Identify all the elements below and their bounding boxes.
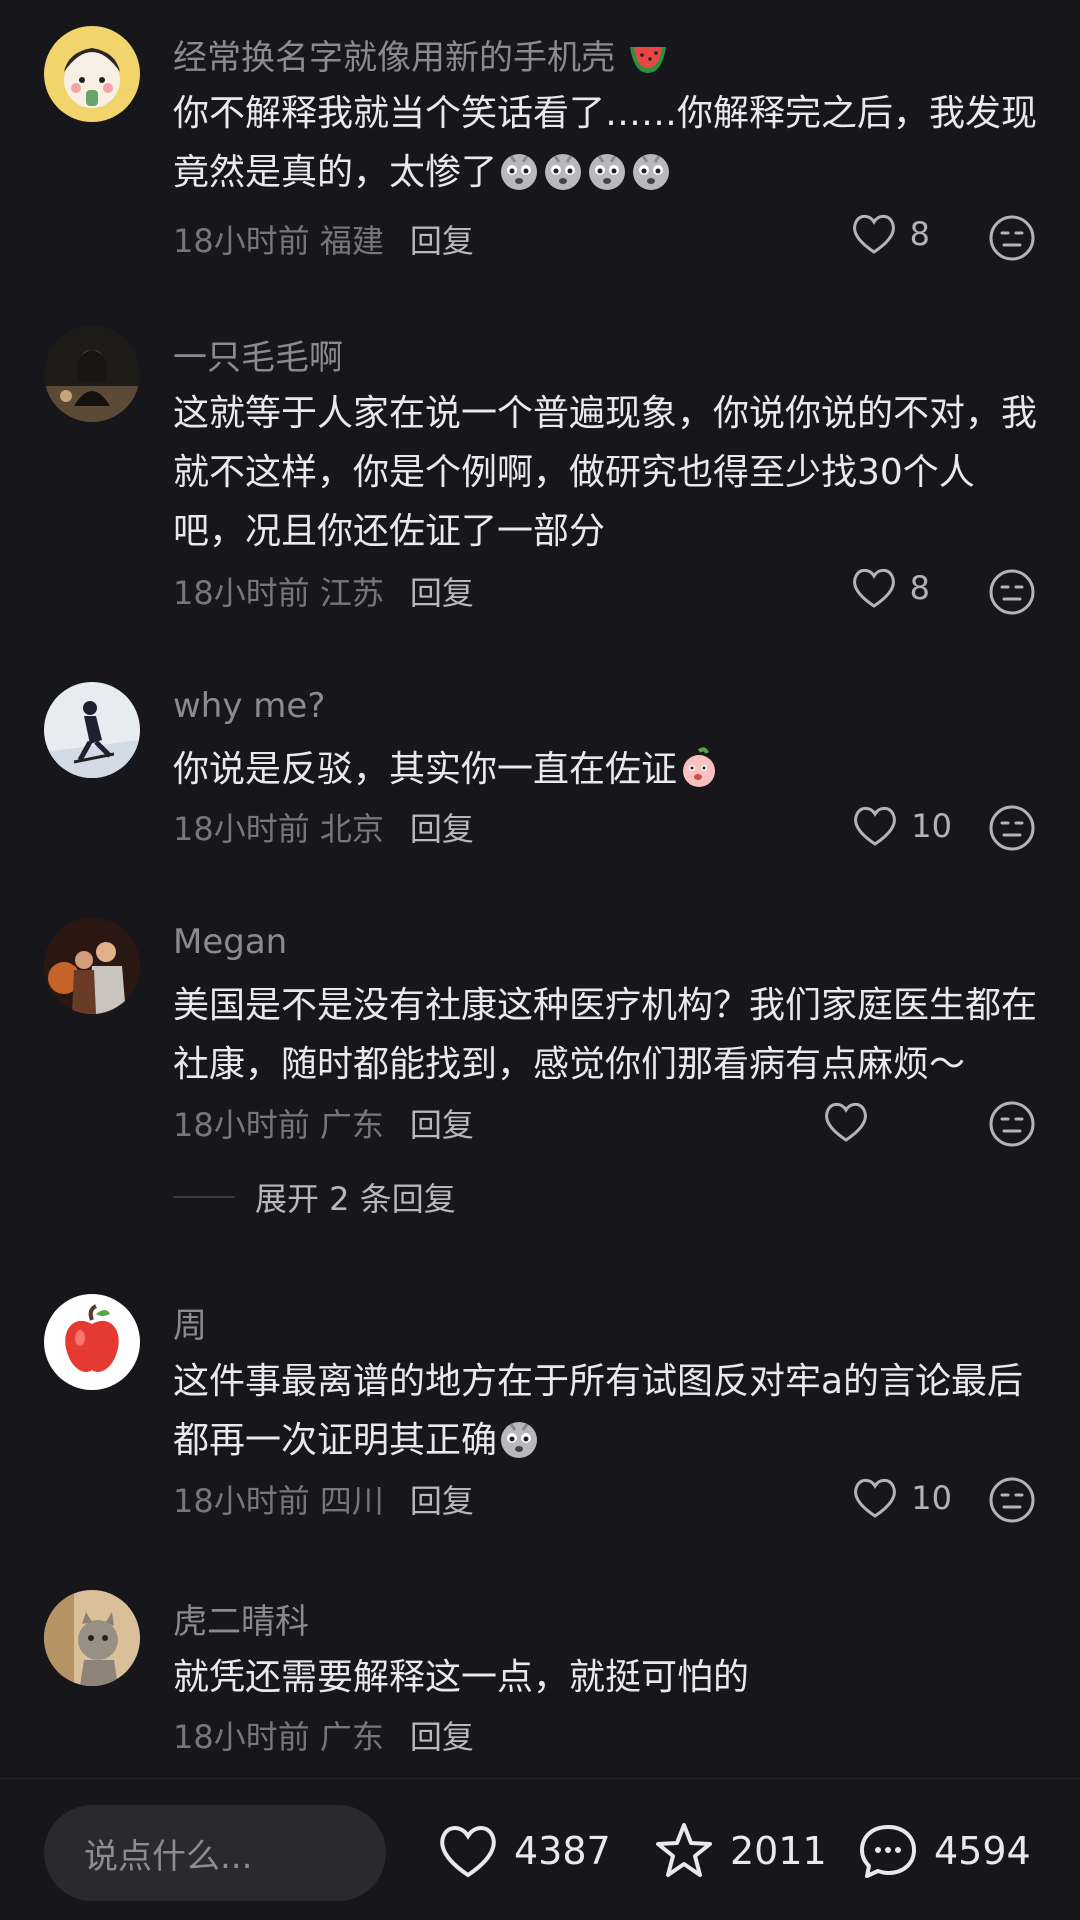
sad-face-emoji-icon <box>501 1422 538 1458</box>
location: 福建 <box>319 222 384 260</box>
comments-button[interactable]: 4594 <box>856 1819 1031 1883</box>
location: 北京 <box>319 810 384 848</box>
sad-face-emoji-icon <box>545 154 582 190</box>
reply-button[interactable]: 回复 <box>410 1106 474 1144</box>
watermelon-emoji-icon <box>629 47 666 73</box>
reply-button[interactable]: 回复 <box>410 1482 474 1520</box>
neutral-face-icon[interactable] <box>988 568 1036 616</box>
like-count: 8 <box>909 569 930 607</box>
heart-icon <box>440 1826 496 1878</box>
bottom-action-bar: 说点什么... 4387 2011 4594 <box>0 1778 1080 1920</box>
timestamp: 18小时前 <box>173 1482 310 1520</box>
neutral-face-icon[interactable] <box>988 1100 1036 1148</box>
neutral-face-icon[interactable] <box>988 214 1036 262</box>
like-button[interactable]: 10 <box>851 804 952 848</box>
comment-meta: 18小时前 江苏 回复 <box>173 568 474 614</box>
like-button[interactable]: 10 <box>851 1476 952 1520</box>
comment-meta: 18小时前 广东 回复 <box>173 1100 474 1146</box>
timestamp: 18小时前 <box>173 1718 310 1756</box>
username[interactable]: 经常换名字就像用新的手机壳 <box>173 30 670 79</box>
timestamp: 18小时前 <box>173 222 310 260</box>
like-button[interactable] <box>822 1100 882 1144</box>
sad-face-emoji-icon <box>501 154 538 190</box>
like-button[interactable]: 8 <box>850 212 930 256</box>
like-count: 4387 <box>514 1829 611 1873</box>
avatar[interactable] <box>44 1590 140 1686</box>
expand-replies-button[interactable]: 展开 2 条回复 <box>173 1174 456 1220</box>
comment-page: 经常换名字就像用新的手机壳 你不解释我就当个笑话看了……你解释完之后，我发现竟然… <box>0 0 1080 1920</box>
avatar[interactable] <box>44 26 140 122</box>
peach-emoji-icon <box>683 747 716 787</box>
username[interactable]: why me? <box>173 686 325 726</box>
like-button[interactable]: 8 <box>850 566 930 610</box>
comment-bubble-icon <box>860 1825 916 1878</box>
like-count: 10 <box>911 807 952 845</box>
comment-text: 这就等于人家在说一个普遍现象，你说你说的不对，我就不这样，你是个例啊，做研究也得… <box>173 393 1038 552</box>
neutral-face-icon[interactable] <box>988 804 1036 852</box>
comment-meta: 18小时前 北京 回复 <box>173 804 474 850</box>
heart-icon <box>854 806 897 846</box>
like-post-button[interactable]: 4387 <box>436 1819 611 1883</box>
comment-text: 就凭还需要解释这一点，就挺可怕的 <box>173 1657 750 1698</box>
username[interactable]: Megan <box>173 922 287 962</box>
location: 四川 <box>319 1482 384 1520</box>
avatar[interactable] <box>44 918 140 1014</box>
reply-button[interactable]: 回复 <box>410 810 474 848</box>
avatar[interactable] <box>44 1294 140 1390</box>
heart-icon <box>852 214 895 254</box>
like-count: 8 <box>909 215 930 253</box>
favorite-button[interactable]: 2011 <box>652 1819 827 1883</box>
heart-icon <box>852 568 895 608</box>
comment-text: 你不解释我就当个笑话看了……你解释完之后，我发现竟然是真的，太惨了 <box>173 93 1038 193</box>
sad-face-emoji-icon <box>589 154 626 190</box>
comment-count: 4594 <box>934 1829 1031 1873</box>
comment-text: 你说是反驳，其实你一直在佐证 <box>173 740 1043 799</box>
comment-text: 美国是不是没有社康这种医疗机构？我们家庭医生都在社康，随时都能找到，感觉你们那看… <box>173 985 1038 1085</box>
avatar[interactable] <box>44 682 140 778</box>
comment-meta: 18小时前 福建 回复 <box>173 216 474 262</box>
location: 广东 <box>319 1106 384 1144</box>
location: 江苏 <box>319 574 384 612</box>
divider-line <box>173 1196 235 1198</box>
favorite-count: 2011 <box>730 1829 827 1873</box>
username[interactable]: 周 <box>173 1298 207 1347</box>
heart-icon <box>825 1102 867 1142</box>
sad-face-emoji-icon <box>633 154 670 190</box>
timestamp: 18小时前 <box>173 810 310 848</box>
reply-button[interactable]: 回复 <box>410 1718 474 1756</box>
username[interactable]: 一只毛毛啊 <box>173 330 343 379</box>
comment-input[interactable]: 说点什么... <box>44 1805 386 1901</box>
username[interactable]: 虎二晴科 <box>173 1594 309 1643</box>
reply-button[interactable]: 回复 <box>410 222 474 260</box>
sad-emoji-group <box>497 152 673 193</box>
avatar[interactable] <box>44 326 140 422</box>
star-icon <box>656 1823 712 1877</box>
location: 广东 <box>319 1718 384 1756</box>
timestamp: 18小时前 <box>173 1106 310 1144</box>
reply-button[interactable]: 回复 <box>410 574 474 612</box>
comment-meta: 18小时前 四川 回复 <box>173 1476 474 1522</box>
like-count: 10 <box>911 1479 952 1517</box>
timestamp: 18小时前 <box>173 574 310 612</box>
heart-icon <box>854 1478 897 1518</box>
comment-meta: 18小时前 广东 回复 <box>173 1712 474 1758</box>
comment-text: 这件事最离谱的地方在于所有试图反对牢a的言论最后都再一次证明其正确 <box>173 1361 1024 1461</box>
neutral-face-icon[interactable] <box>988 1476 1036 1524</box>
